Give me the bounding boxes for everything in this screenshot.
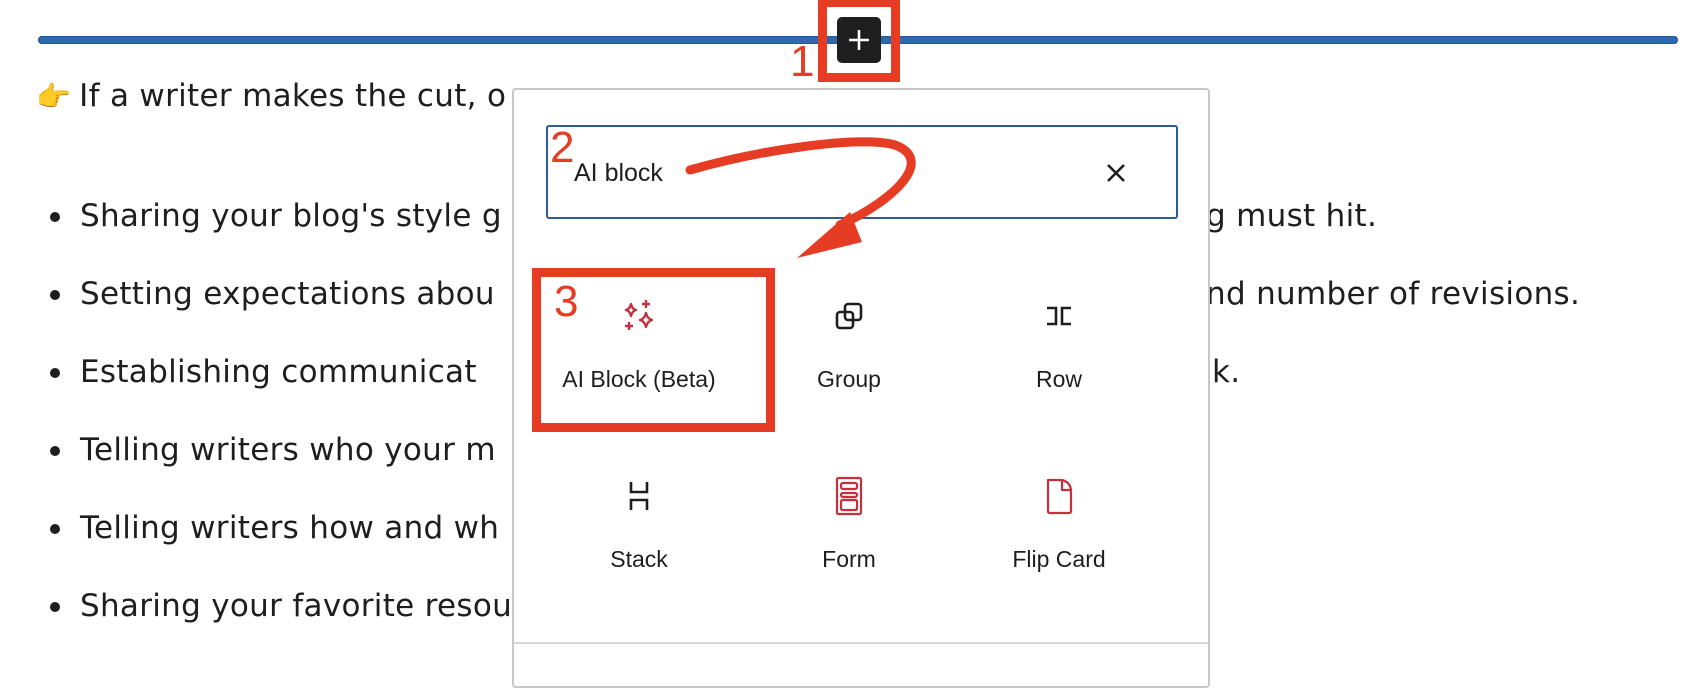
stack-icon bbox=[629, 482, 649, 510]
block-item-label: Row bbox=[1035, 366, 1082, 392]
list-bullet bbox=[50, 524, 60, 534]
block-item-stack[interactable]: Stack bbox=[534, 448, 744, 628]
list-item-right: k. bbox=[1212, 354, 1241, 390]
close-icon bbox=[1107, 164, 1125, 182]
block-inserter-button[interactable] bbox=[837, 17, 881, 63]
block-item-label: Group bbox=[817, 366, 881, 392]
block-item-label: Flip Card bbox=[1012, 546, 1106, 572]
list-bullet bbox=[50, 446, 60, 456]
block-item-label: Form bbox=[822, 546, 876, 572]
list-item[interactable]: Telling writers who your m bbox=[80, 430, 496, 470]
flip-card-icon bbox=[1046, 478, 1073, 515]
block-search-field[interactable] bbox=[546, 125, 1178, 219]
block-item-label: Stack bbox=[610, 546, 668, 572]
list-bullet bbox=[50, 290, 60, 300]
list-item[interactable]: Sharing your blog's style g bbox=[80, 196, 502, 236]
list-item[interactable]: Establishing communicat bbox=[80, 352, 477, 392]
block-item-form[interactable]: Form bbox=[744, 448, 954, 628]
plus-icon bbox=[849, 30, 869, 50]
block-results-grid: AI Block (Beta) Group Row Stack Form Fli… bbox=[534, 268, 1174, 628]
popup-footer-divider bbox=[514, 642, 1208, 644]
list-item[interactable]: Setting expectations abou bbox=[80, 274, 495, 314]
list-bullet bbox=[50, 368, 60, 378]
list-item-right: nd number of revisions. bbox=[1206, 276, 1581, 312]
block-item-label: AI Block (Beta) bbox=[562, 366, 716, 392]
annotation-number-step2: 2 bbox=[550, 123, 575, 172]
form-icon bbox=[835, 476, 863, 516]
group-icon bbox=[835, 302, 863, 330]
clear-search-button[interactable] bbox=[1100, 157, 1132, 189]
list-item[interactable]: Sharing your favorite resou bbox=[80, 586, 512, 626]
block-item-flip-card[interactable]: Flip Card bbox=[954, 448, 1164, 628]
paragraph-lead[interactable]: 👉 If a writer makes the cut, o bbox=[36, 76, 506, 117]
block-item-row[interactable]: Row bbox=[954, 268, 1164, 448]
paragraph-lead-text: If a writer makes the cut, o bbox=[79, 78, 507, 114]
list-item[interactable]: Telling writers how and wh bbox=[80, 508, 499, 548]
block-search-input[interactable] bbox=[574, 155, 1054, 191]
annotation-number-step1: 1 bbox=[790, 37, 815, 86]
pointing-hand-emoji: 👉 bbox=[36, 80, 72, 113]
block-inserter-popover: 2 AI Block (Beta) Group bbox=[512, 88, 1210, 688]
annotation-number-step3: 3 bbox=[554, 277, 579, 326]
sparkles-icon bbox=[624, 300, 654, 330]
row-icon bbox=[1047, 306, 1071, 326]
list-bullet bbox=[50, 602, 60, 612]
block-item-group[interactable]: Group bbox=[744, 268, 954, 448]
list-item-right: g must hit. bbox=[1206, 198, 1378, 234]
list-bullet bbox=[50, 212, 60, 222]
